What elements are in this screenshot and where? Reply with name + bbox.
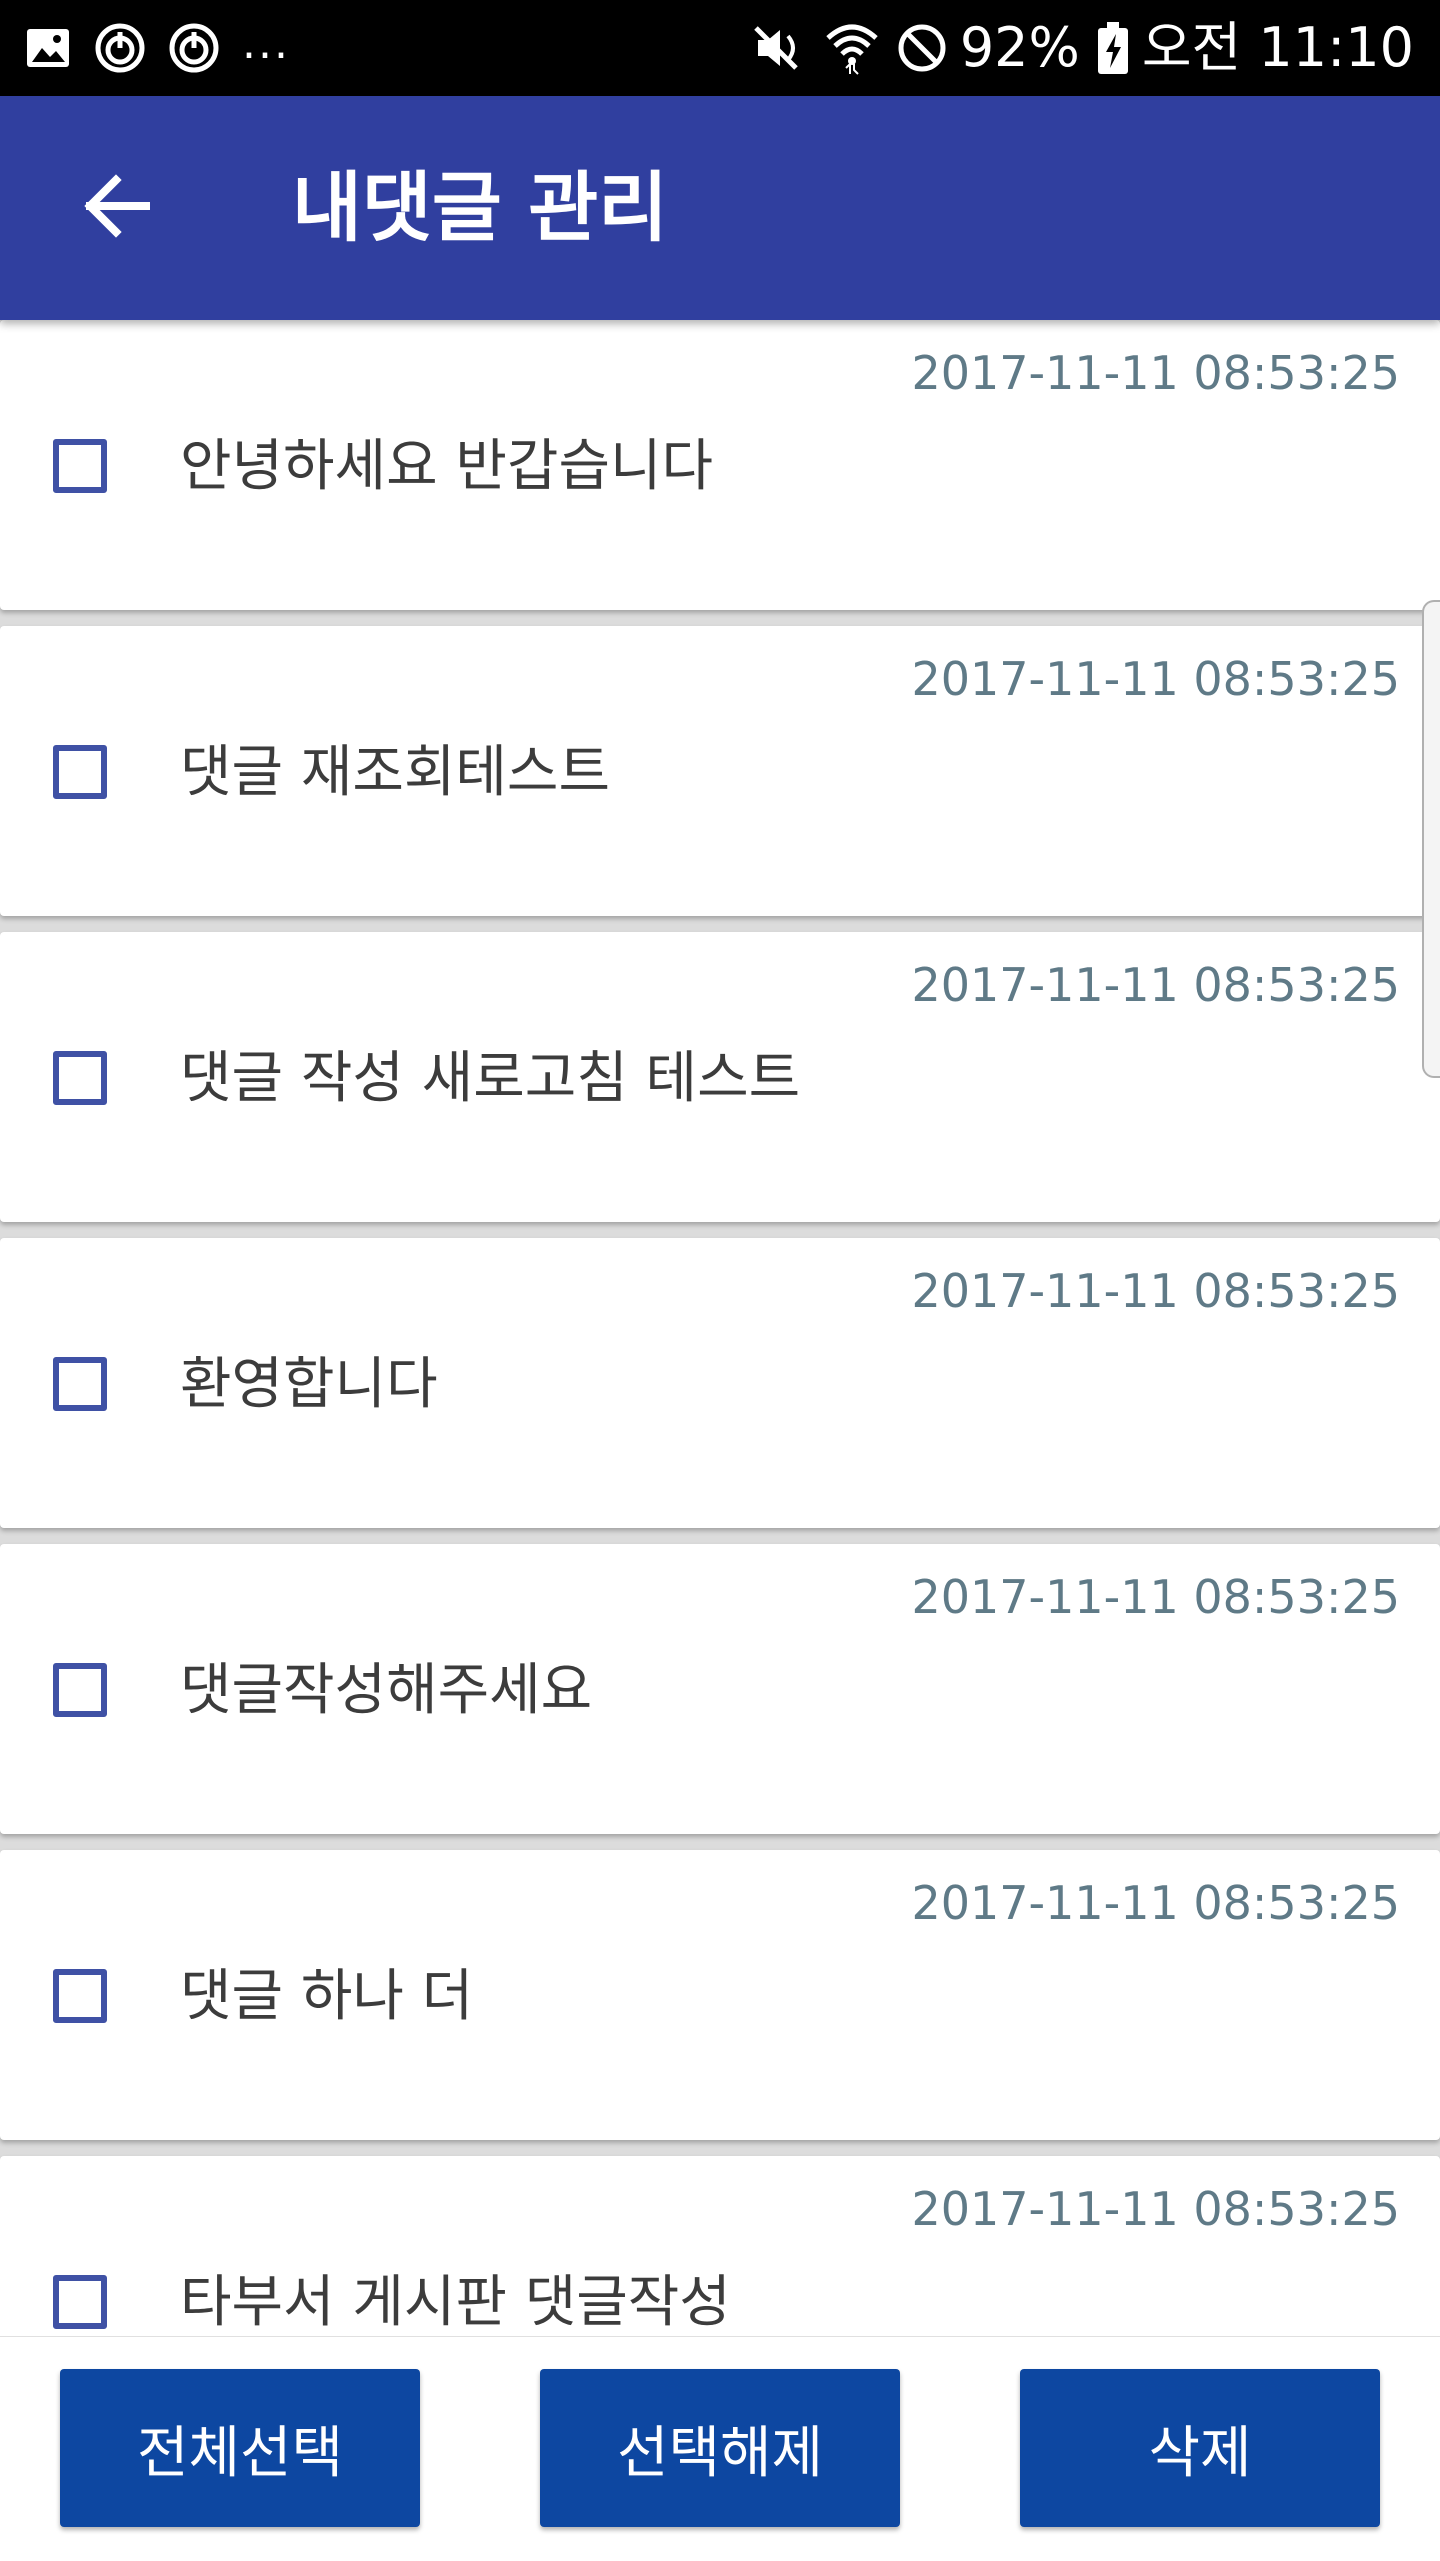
select-all-button[interactable]: 전체선택: [60, 2369, 420, 2527]
delete-button[interactable]: 삭제: [1020, 2369, 1380, 2527]
comment-checkbox[interactable]: [53, 2275, 107, 2329]
battery-charging-icon: [1096, 20, 1130, 76]
comment-checkbox[interactable]: [53, 1663, 107, 1717]
battery-percent: 92%: [959, 16, 1080, 79]
comment-date: 2017-11-11 08:53:25: [911, 2182, 1400, 2236]
back-button[interactable]: [60, 152, 172, 264]
comment-card[interactable]: 2017-11-11 08:53:25 댓글 하나 더: [0, 1850, 1440, 2140]
comment-text: 댓글작성해주세요: [180, 1658, 593, 1723]
bottom-action-bar: 전체선택 선택해제 삭제: [0, 2336, 1440, 2561]
comment-card[interactable]: 2017-11-11 08:53:25 댓글 작성 새로고침 테스트: [0, 932, 1440, 1222]
comment-text: 댓글 하나 더: [180, 1964, 474, 2029]
comment-card[interactable]: 2017-11-11 08:53:25 댓글작성해주세요: [0, 1544, 1440, 1834]
comment-date: 2017-11-11 08:53:25: [911, 652, 1400, 706]
comment-list[interactable]: 2017-11-11 08:53:25 안녕하세요 반갑습니다 2017-11-…: [0, 320, 1440, 2336]
comment-checkbox[interactable]: [53, 1357, 107, 1411]
deselect-button[interactable]: 선택해제: [540, 2369, 900, 2527]
image-icon: [24, 24, 72, 72]
comment-card[interactable]: 2017-11-11 08:53:25 타부서 게시판 댓글작성: [0, 2156, 1440, 2336]
notification-overflow-dots: ...: [242, 18, 290, 69]
mute-icon: [752, 22, 808, 74]
status-bar-left: ...: [24, 0, 290, 96]
status-bar-right: 92% 오전 11:10: [736, 0, 1414, 96]
status-bar: ... 92% 오전 11:10: [0, 0, 1440, 96]
comment-checkbox[interactable]: [53, 745, 107, 799]
comment-date: 2017-11-11 08:53:25: [911, 1876, 1400, 1930]
comment-card[interactable]: 2017-11-11 08:53:25 댓글 재조회테스트: [0, 626, 1440, 916]
comment-checkbox[interactable]: [53, 439, 107, 493]
arrow-back-icon: [80, 170, 152, 246]
comment-text: 타부서 게시판 댓글작성: [180, 2270, 731, 2335]
wifi-icon: [824, 20, 880, 76]
comment-text: 안녕하세요 반갑습니다: [180, 434, 714, 499]
scrollbar[interactable]: [1422, 600, 1440, 1078]
comment-date: 2017-11-11 08:53:25: [911, 958, 1400, 1012]
comment-date: 2017-11-11 08:53:25: [911, 346, 1400, 400]
comment-checkbox[interactable]: [53, 1051, 107, 1105]
comment-text: 댓글 재조회테스트: [180, 740, 610, 805]
comment-date: 2017-11-11 08:53:25: [911, 1264, 1400, 1318]
comment-date: 2017-11-11 08:53:25: [911, 1570, 1400, 1624]
app-bar: 내댓글 관리: [0, 96, 1440, 320]
comment-card[interactable]: 2017-11-11 08:53:25 안녕하세요 반갑습니다: [0, 320, 1440, 610]
comment-card[interactable]: 2017-11-11 08:53:25 환영합니다: [0, 1238, 1440, 1528]
sync-icon: [168, 22, 220, 74]
comment-checkbox[interactable]: [53, 1969, 107, 2023]
do-not-disturb-icon: [896, 22, 948, 74]
status-time: 오전 11:10: [1141, 16, 1414, 79]
comment-text: 댓글 작성 새로고침 테스트: [180, 1046, 801, 1111]
page-title: 내댓글 관리: [292, 163, 669, 252]
comment-text: 환영합니다: [180, 1352, 438, 1417]
sync-icon: [94, 22, 146, 74]
